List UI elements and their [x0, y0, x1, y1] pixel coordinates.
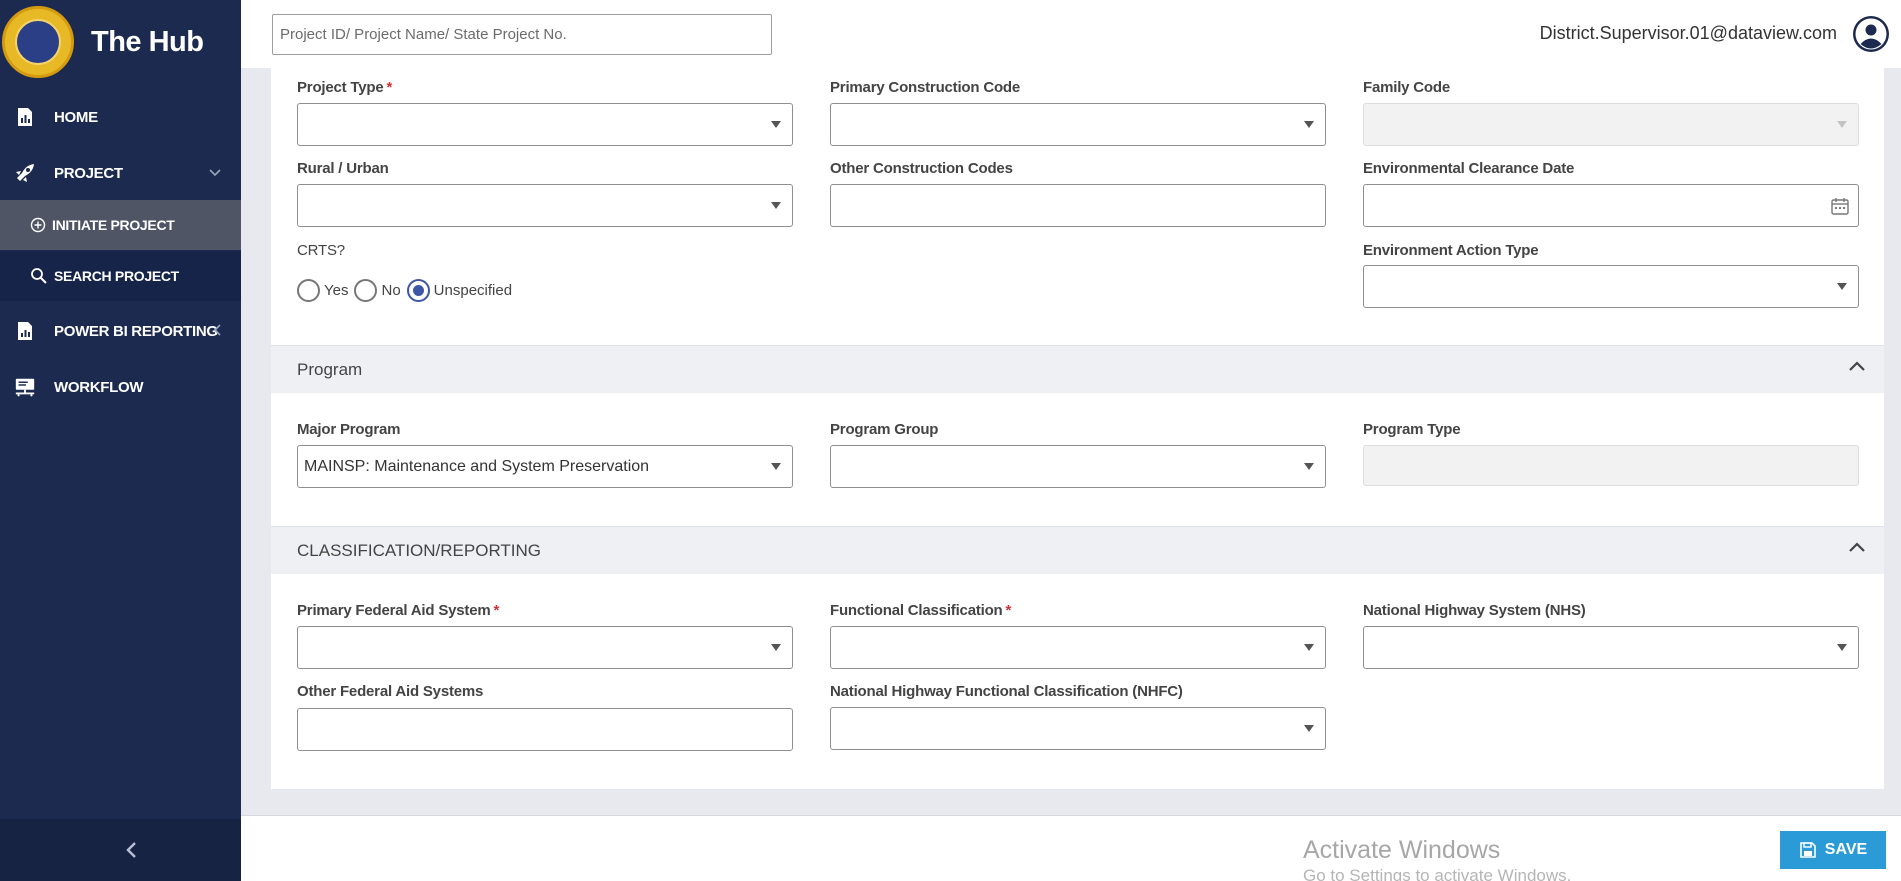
primary-federal-aid-system-select[interactable]: [297, 626, 793, 669]
caret-down-icon: [1304, 644, 1314, 651]
rural-urban-label: Rural / Urban: [297, 160, 389, 177]
sidebar-item-label: WORKFLOW: [54, 378, 144, 396]
crts-label: CRTS?: [297, 242, 345, 259]
primary-construction-code-select[interactable]: [830, 103, 1326, 146]
other-federal-aid-systems-label: Other Federal Aid Systems: [297, 683, 484, 700]
sidebar-item-workflow[interactable]: WORKFLOW: [0, 365, 241, 409]
sidebar-subitem-label: SEARCH PROJECT: [54, 268, 179, 284]
crts-option-label: Yes: [324, 282, 349, 299]
program-section-header[interactable]: Program: [271, 345, 1884, 393]
classification-section-header[interactable]: CLASSIFICATION/REPORTING: [271, 526, 1884, 574]
rocket-icon: [14, 162, 36, 184]
chevron-up-icon[interactable]: [1848, 541, 1866, 553]
report-icon: [14, 320, 36, 342]
user-avatar-icon[interactable]: [1852, 15, 1890, 53]
other-construction-codes-input[interactable]: [830, 184, 1326, 227]
project-type-select[interactable]: [297, 103, 793, 146]
crts-radio-yes[interactable]: [297, 279, 320, 302]
save-button[interactable]: SAVE: [1780, 831, 1886, 869]
major-program-value: MAINSP: Maintenance and System Preservat…: [304, 457, 650, 475]
nhs-select[interactable]: [1363, 626, 1859, 669]
user-email: District.Supervisor.01@dataview.com: [1539, 23, 1837, 43]
sidebar-subitem-label: INITIATE PROJECT: [52, 217, 175, 233]
nhfc-label: National Highway Functional Classificati…: [830, 683, 1183, 700]
project-form-card: Project Type * Primary Construction Code …: [271, 68, 1884, 789]
environment-action-type-select[interactable]: [1363, 265, 1859, 308]
top-bar: District.Supervisor.01@dataview.com: [241, 0, 1901, 68]
bar-chart-icon: [14, 106, 36, 128]
caret-down-icon: [1837, 121, 1847, 128]
state-seal-logo: [2, 6, 74, 78]
sidebar-item-label: PROJECT: [54, 164, 123, 182]
sidebar-item-label: HOME: [54, 108, 98, 126]
caret-down-icon: [1304, 121, 1314, 128]
windows-activation-watermark: Activate Windows: [1303, 836, 1501, 864]
sidebar-item-home[interactable]: HOME: [0, 95, 241, 139]
chevron-down-icon: [209, 166, 221, 180]
crts-radio-no[interactable]: [354, 279, 378, 302]
functional-classification-label: Functional Classification *: [830, 602, 1012, 619]
form-footer: SAVE: [241, 815, 1901, 881]
project-type-label: Project Type *: [297, 79, 393, 96]
nhs-label: National Highway System (NHS): [1363, 602, 1586, 619]
section-title: Program: [297, 359, 363, 379]
other-construction-codes-label: Other Construction Codes: [830, 160, 1013, 177]
sidebar-collapse-button[interactable]: [0, 819, 241, 881]
sidebar-item-label: POWER BI REPORTING: [54, 322, 218, 340]
sidebar-item-power-bi-reporting[interactable]: POWER BI REPORTING: [0, 309, 241, 353]
functional-classification-select[interactable]: [830, 626, 1326, 669]
chevron-left-icon: [213, 323, 221, 339]
crts-radio-unspecified[interactable]: [406, 279, 430, 302]
caret-down-icon: [771, 202, 781, 209]
sidebar-item-project[interactable]: PROJECT: [0, 151, 241, 195]
program-group-label: Program Group: [830, 421, 939, 438]
crts-radio-group: Yes No Unspecified: [297, 279, 518, 302]
chevron-up-icon[interactable]: [1848, 360, 1866, 372]
search-icon: [30, 267, 48, 285]
environment-action-type-label: Environment Action Type: [1363, 242, 1539, 259]
caret-down-icon: [1837, 283, 1847, 290]
caret-down-icon: [1837, 644, 1847, 651]
project-search-input[interactable]: [272, 14, 772, 55]
program-group-select[interactable]: [830, 445, 1326, 488]
major-program-label: Major Program: [297, 421, 401, 438]
environmental-clearance-date-label: Environmental Clearance Date: [1363, 160, 1575, 177]
crts-option-label: No: [381, 282, 401, 299]
caret-down-icon: [1304, 463, 1314, 470]
caret-down-icon: [771, 644, 781, 651]
save-button-label: SAVE: [1824, 841, 1868, 858]
calendar-icon[interactable]: [1830, 196, 1850, 216]
program-type-field: [1363, 445, 1859, 486]
family-code-select: [1363, 103, 1859, 146]
caret-down-icon: [771, 121, 781, 128]
environmental-clearance-date-input[interactable]: [1363, 184, 1859, 227]
major-program-select[interactable]: MAINSP: Maintenance and System Preservat…: [297, 445, 793, 488]
app-title: The Hub: [91, 25, 204, 58]
family-code-label: Family Code: [1363, 79, 1450, 96]
caret-down-icon: [1304, 725, 1314, 732]
rural-urban-select[interactable]: [297, 184, 793, 227]
nhfc-select[interactable]: [830, 707, 1326, 750]
plus-circle-icon: [30, 217, 46, 233]
workflow-icon: [14, 376, 36, 398]
windows-activation-subtext: Go to Settings to activate Windows.: [1303, 866, 1572, 881]
sidebar-subitem-search-project[interactable]: SEARCH PROJECT: [0, 251, 241, 301]
section-title: CLASSIFICATION/REPORTING: [297, 540, 542, 560]
primary-construction-code-label: Primary Construction Code: [830, 79, 1021, 96]
floppy-disk-icon: [1799, 842, 1816, 858]
other-federal-aid-systems-input[interactable]: [297, 708, 793, 751]
program-type-label: Program Type: [1363, 421, 1461, 438]
sidebar-subitem-initiate-project[interactable]: INITIATE PROJECT: [0, 200, 241, 250]
caret-down-icon: [771, 463, 781, 470]
sidebar: The Hub HOME PROJECT INITIATE PROJECT SE…: [0, 0, 241, 881]
primary-federal-aid-system-label: Primary Federal Aid System *: [297, 602, 500, 619]
crts-option-label: Unspecified: [433, 282, 513, 299]
chevron-left-icon: [125, 842, 136, 858]
brand: The Hub: [0, 0, 241, 84]
